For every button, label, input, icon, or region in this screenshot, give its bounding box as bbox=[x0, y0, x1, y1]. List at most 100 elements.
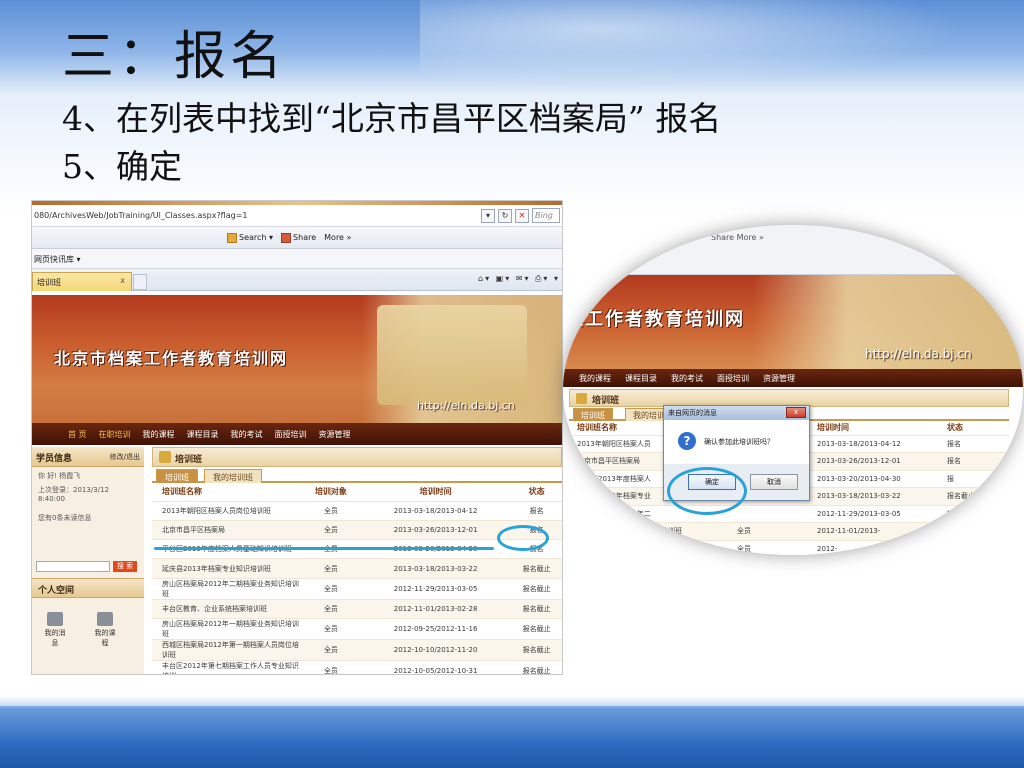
class-status: 报名截止 bbox=[511, 659, 562, 674]
row-highlight-underline bbox=[154, 547, 494, 550]
nav-training[interactable]: 在职培训 bbox=[99, 429, 131, 440]
dropdown-arrow-icon[interactable]: ▾ bbox=[481, 208, 495, 223]
class-name[interactable]: 西城区档案局2012年第一期档案人员岗位培训班 bbox=[152, 638, 302, 661]
address-url[interactable]: 080/ArchivesWeb/JobTraining/Ul_Classes.a… bbox=[34, 211, 248, 220]
zoom-class-time: 2013-03-18/2013-03-22 bbox=[809, 487, 939, 505]
zoom-nav-my-courses[interactable]: 我的课程 bbox=[579, 373, 611, 384]
nav-my-courses[interactable]: 我的课程 bbox=[143, 429, 175, 440]
nav-course-catalog[interactable]: 课程目录 bbox=[187, 429, 219, 440]
class-name[interactable]: 房山区档案局2012年一期档案业务知识培训班 bbox=[152, 617, 302, 640]
zoom-nav-resources[interactable]: 资源管理 bbox=[763, 373, 795, 384]
stop-icon[interactable]: ✕ bbox=[515, 208, 529, 223]
zoom-class-name[interactable]: 房山区档案局业务知识培训班 bbox=[569, 539, 729, 555]
class-target: 全员 bbox=[302, 638, 360, 661]
zoom-share-more[interactable]: Share More » bbox=[711, 233, 764, 242]
class-status: 报名截止 bbox=[511, 558, 562, 579]
zoom-nav-catalog[interactable]: 课程目录 bbox=[625, 373, 657, 384]
new-tab-button[interactable] bbox=[133, 274, 147, 290]
nav-my-exams[interactable]: 我的考试 bbox=[231, 429, 263, 440]
my-courses-label: 我的课程 bbox=[94, 629, 116, 647]
zoom-class-name[interactable]: 丰台区教育、企业系统档案培训班 bbox=[569, 522, 729, 540]
tab-close-icon[interactable]: x bbox=[120, 276, 125, 285]
site-title: 北京市档案工作者教育培训网 bbox=[54, 349, 289, 368]
ok-highlight-circle bbox=[667, 467, 747, 515]
more-button[interactable]: More » bbox=[324, 233, 351, 242]
bing-search-box[interactable]: Bing bbox=[532, 208, 560, 223]
zoom-class-status[interactable]: 报名 bbox=[939, 452, 1009, 470]
tab-my-training-classes[interactable]: 我的培训班 bbox=[204, 469, 262, 483]
address-bar[interactable]: 080/ArchivesWeb/JobTraining/Ul_Classes.a… bbox=[32, 205, 562, 227]
training-header-title: 培训班 bbox=[175, 455, 203, 465]
class-time: 2013-03-26/2013-12-01 bbox=[359, 519, 512, 540]
table-row: 2013年朝阳区档案人员岗位培训班 全员 2013-03-18/2013-04-12… bbox=[152, 500, 562, 521]
col-status: 状态 bbox=[528, 487, 545, 497]
refresh-icon[interactable]: ↻ bbox=[498, 208, 512, 223]
tab-training-classes[interactable]: 培训班 bbox=[156, 469, 198, 483]
zoom-class-time: 2012-11-01/2013- bbox=[809, 522, 939, 540]
nav-face-training[interactable]: 面授培训 bbox=[275, 429, 307, 440]
web-slice-gallery[interactable]: 网页快讯库 ▾ bbox=[34, 255, 81, 264]
zoom-class-status bbox=[939, 539, 1009, 555]
share-button[interactable]: Share bbox=[281, 232, 317, 243]
class-target: 全员 bbox=[302, 519, 360, 540]
my-courses-link[interactable]: 我的课程 bbox=[94, 612, 116, 648]
class-time: 2012-11-01/2013-02-28 bbox=[359, 598, 512, 619]
class-target: 全员 bbox=[302, 598, 360, 619]
zoom-class-target bbox=[729, 504, 809, 523]
command-bar-icons[interactable]: ⌂▾ ▣▾ ✉▾ ⎙▾ ▾ bbox=[478, 274, 560, 284]
nav-home[interactable]: 首 页 bbox=[68, 429, 87, 440]
zoom-class-time: 2013-03-26/2013-12-01 bbox=[809, 452, 939, 470]
question-icon: ? bbox=[678, 432, 696, 450]
class-name[interactable]: 房山区档案局2012年二期档案业务知识培训班 bbox=[152, 577, 302, 600]
dialog-close-button[interactable]: x bbox=[786, 407, 806, 418]
share-icon bbox=[281, 232, 292, 243]
class-name[interactable]: 丰台区教育、企业系统档案培训班 bbox=[152, 598, 302, 619]
table-header-row: 培训班名称 培训对象 培训时间 状态 bbox=[152, 483, 562, 501]
user-info-header: 学员信息 修改/退出 bbox=[32, 447, 144, 467]
tab-bar: 培训班 x ⌂▾ ▣▾ ✉▾ ⎙▾ ▾ bbox=[32, 269, 562, 291]
zoom-class-status[interactable]: 报 bbox=[939, 469, 1009, 488]
search-label: Search ▾ bbox=[239, 233, 274, 242]
unread-messages[interactable]: 您有0条未读信息 bbox=[32, 503, 144, 523]
class-name[interactable]: 北京市昌平区档案局 bbox=[152, 519, 302, 540]
cancel-button[interactable]: 取消 bbox=[750, 474, 798, 490]
table-row: 丰台区2012年第七期档案工作人员专业知识培训全员2012-10-05/2012… bbox=[152, 659, 562, 674]
greeting: 你 好! 杨霞飞 bbox=[38, 472, 81, 480]
class-status[interactable]: 报名 bbox=[511, 500, 562, 521]
col-name: 培训班名称 bbox=[162, 487, 202, 497]
training-tabs: 培训班 我的培训班 bbox=[152, 467, 562, 483]
my-messages-label: 我的消息 bbox=[44, 629, 66, 647]
nav-resources[interactable]: 资源管理 bbox=[319, 429, 351, 440]
signup-highlight-circle bbox=[497, 525, 549, 551]
search-button[interactable]: 搜 索 bbox=[113, 561, 137, 572]
zoom-nav-exams[interactable]: 我的考试 bbox=[671, 373, 703, 384]
share-label: Share bbox=[293, 233, 317, 242]
scroll-image bbox=[377, 305, 527, 405]
zoom-col-time: 培训时间 bbox=[817, 423, 849, 433]
zoom-table-row: 丰台区教育、企业系统档案培训班 全员 2012-11-01/2013- bbox=[569, 522, 1009, 540]
search-button[interactable]: Search ▾ bbox=[227, 232, 274, 243]
zoom-site-nav: 我的课程 课程目录 我的考试 面授培训 资源管理 bbox=[563, 369, 1023, 387]
search-input[interactable] bbox=[36, 561, 110, 572]
training-panel: 培训班 培训班 我的培训班 培训班名称 培训对象 培训时间 状态 2013年朝阳… bbox=[152, 447, 562, 674]
logout-link[interactable]: 修改/退出 bbox=[110, 452, 140, 462]
zoom-nav-face-training[interactable]: 面授培训 bbox=[717, 373, 749, 384]
class-name[interactable]: 延庆县2013年档案专业知识培训班 bbox=[152, 558, 302, 579]
site-nav: 首 页 在职培训 我的课程 课程目录 我的考试 面授培训 资源管理 bbox=[32, 423, 562, 445]
tab-training[interactable]: 培训班 x bbox=[32, 272, 132, 291]
zoom-bubble: Share More » 案工作者教育培训网 http://eln.da.bj.… bbox=[563, 225, 1023, 555]
site-url: http://eln.da.bj.cn bbox=[417, 399, 515, 412]
zoom-training-icon bbox=[576, 393, 587, 404]
class-target: 全员 bbox=[302, 500, 360, 521]
class-name[interactable]: 丰台区2012年第七期档案工作人员专业知识培训 bbox=[152, 659, 302, 674]
document-icon bbox=[97, 612, 113, 626]
mail-icon bbox=[47, 612, 63, 626]
class-name[interactable]: 2013年朝阳区档案人员岗位培训班 bbox=[152, 500, 302, 521]
table-row: 房山区档案局2012年一期档案业务知识培训班 全员 2012-09-25/2012-… bbox=[152, 617, 562, 640]
zoom-class-status[interactable]: 报名 bbox=[939, 434, 1009, 453]
my-messages-link[interactable]: 我的消息 bbox=[44, 612, 66, 648]
dialog-body: ? 确认参加此培训班吗？ bbox=[664, 420, 809, 464]
user-info-title: 学员信息 bbox=[36, 454, 73, 464]
class-time: 2012-10-10/2012-11-20 bbox=[359, 638, 512, 661]
zoom-tab-training-classes[interactable]: 培训班 bbox=[573, 408, 613, 421]
